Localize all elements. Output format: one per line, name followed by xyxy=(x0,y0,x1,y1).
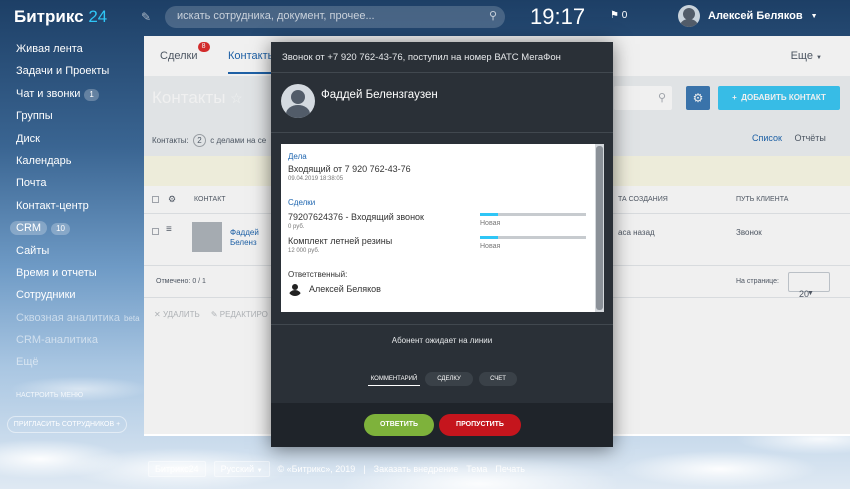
search-placeholder: искать сотрудника, документ, прочее... xyxy=(177,10,375,22)
waiting-status: Абонент ожидает на линии xyxy=(391,336,493,345)
popup-divider xyxy=(271,72,613,73)
sidebar-item-more[interactable]: Ещё xyxy=(0,351,140,373)
copyright: © «Битрикс», 2019 xyxy=(277,464,356,474)
sidebar-item-calendar[interactable]: Календарь xyxy=(0,150,140,172)
scrollbar-thumb[interactable] xyxy=(596,146,603,310)
deal-stage: Новая xyxy=(480,243,501,250)
caller-name[interactable]: Фаддей Белензгаузен xyxy=(321,89,438,101)
responsible-avatar xyxy=(288,282,302,296)
sidebar-item-time[interactable]: Время и отчеты xyxy=(0,262,140,284)
chat-badge: 1 xyxy=(84,88,99,101)
deal-stage: Новая xyxy=(480,220,501,227)
create-invoice-button[interactable]: Счет xyxy=(479,372,517,386)
sidebar-item-live-feed[interactable]: Живая лента xyxy=(0,38,140,60)
print-link[interactable]: Печать xyxy=(495,464,524,474)
chevron-down-icon: ▼ xyxy=(256,468,263,474)
caller-avatar xyxy=(281,84,315,118)
user-avatar xyxy=(678,5,700,27)
page-footer: Битрикс24 Русский ▼ © «Битрикс», 2019 | … xyxy=(148,461,525,477)
left-menu: Живая лента Задачи и Проекты Чат и звонк… xyxy=(0,38,140,374)
logo-number: 24 xyxy=(88,7,108,26)
deal-title[interactable]: Комплект летней резины xyxy=(288,236,392,246)
answer-button[interactable]: Ответить xyxy=(364,414,434,436)
flag-icon: ⚑ xyxy=(610,10,619,21)
top-bar: Битрикс 24 ✎ искать сотрудника, документ… xyxy=(0,0,850,34)
footer-brand[interactable]: Битрикс24 xyxy=(148,461,206,477)
sidebar-item-employees[interactable]: Сотрудники xyxy=(0,284,140,306)
search-icon[interactable]: ⚲ xyxy=(489,9,497,22)
sidebar-item-mail[interactable]: Почта xyxy=(0,172,140,194)
deal-progress-fill xyxy=(480,236,499,239)
sidebar-item-groups[interactable]: Группы xyxy=(0,105,140,127)
deal-progress-bar xyxy=(480,213,586,216)
user-menu[interactable]: Алексей Беляков ▼ xyxy=(678,5,818,27)
call-actions: Ответить Пропустить xyxy=(271,403,613,447)
activity-date: 09.04.2019 18:38:05 xyxy=(288,176,344,182)
logo-name: Битрикс xyxy=(14,7,84,26)
clock[interactable]: 19:17 xyxy=(530,4,585,30)
create-deal-button[interactable]: Сделку xyxy=(425,372,473,386)
popup-divider xyxy=(271,132,613,133)
comment-button[interactable]: Комментарий xyxy=(368,372,420,386)
flag-count: 0 xyxy=(621,10,628,21)
incoming-call-popup: Звонок от +7 920 762-43-76, поступил на … xyxy=(271,42,613,447)
skip-button[interactable]: Пропустить xyxy=(439,414,521,436)
sidebar-item-chat[interactable]: Чат и звонки 1 xyxy=(0,83,140,105)
theme-link[interactable]: Тема xyxy=(466,464,487,474)
responsible-name[interactable]: Алексей Беляков xyxy=(309,284,381,294)
call-title: Звонок от +7 920 762-43-76, поступил на … xyxy=(282,52,561,63)
deal-amount: 12 000 руб. xyxy=(288,248,320,254)
sidebar-item-crm-analytics[interactable]: CRM-аналитика xyxy=(0,329,140,351)
sidebar-item-disk[interactable]: Диск xyxy=(0,128,140,150)
card-scrollbar[interactable] xyxy=(595,144,604,312)
crm-info-card: Дела Входящий от 7 920 762-43-76 09.04.2… xyxy=(281,144,604,312)
chevron-down-icon: ▼ xyxy=(810,12,818,20)
language-select[interactable]: Русский ▼ xyxy=(213,461,270,477)
deal-progress-fill xyxy=(480,213,499,216)
bitrix-logo[interactable]: Битрикс 24 xyxy=(14,7,107,27)
flag-counter[interactable]: ⚑ 0 xyxy=(610,10,627,21)
pencil-icon[interactable]: ✎ xyxy=(141,10,151,24)
deal-progress-bar xyxy=(480,236,586,239)
divider: | xyxy=(363,464,366,474)
sidebar-item-sites[interactable]: Сайты xyxy=(0,240,140,262)
responsible-label: Ответственный: xyxy=(288,270,348,279)
deal-amount: 0 руб. xyxy=(288,224,305,230)
sidebar-item-tasks[interactable]: Задачи и Проекты xyxy=(0,60,140,82)
sidebar-item-crm[interactable]: CRM 10 xyxy=(0,217,140,239)
order-link[interactable]: Заказать внедрение xyxy=(374,464,459,474)
deal-title[interactable]: 79207624376 - Входящий звонок xyxy=(288,212,424,222)
sidebar-item-analytics[interactable]: Сквозная аналитика beta xyxy=(0,307,140,329)
user-name: Алексей Беляков xyxy=(708,10,803,22)
activity-title[interactable]: Входящий от 7 920 762-43-76 xyxy=(288,164,411,174)
invite-button[interactable]: Пригласить сотрудников + xyxy=(7,416,127,433)
sidebar-item-contact-center[interactable]: Контакт-центр xyxy=(0,195,140,217)
deals-label: Сделки xyxy=(288,198,316,207)
popup-divider xyxy=(271,324,613,325)
crm-badge: 10 xyxy=(51,223,70,236)
search-input[interactable]: искать сотрудника, документ, прочее... ⚲ xyxy=(165,6,505,28)
setup-menu-link[interactable]: Настроить меню xyxy=(16,392,83,399)
activities-label: Дела xyxy=(288,152,307,161)
beta-label: beta xyxy=(123,313,140,323)
